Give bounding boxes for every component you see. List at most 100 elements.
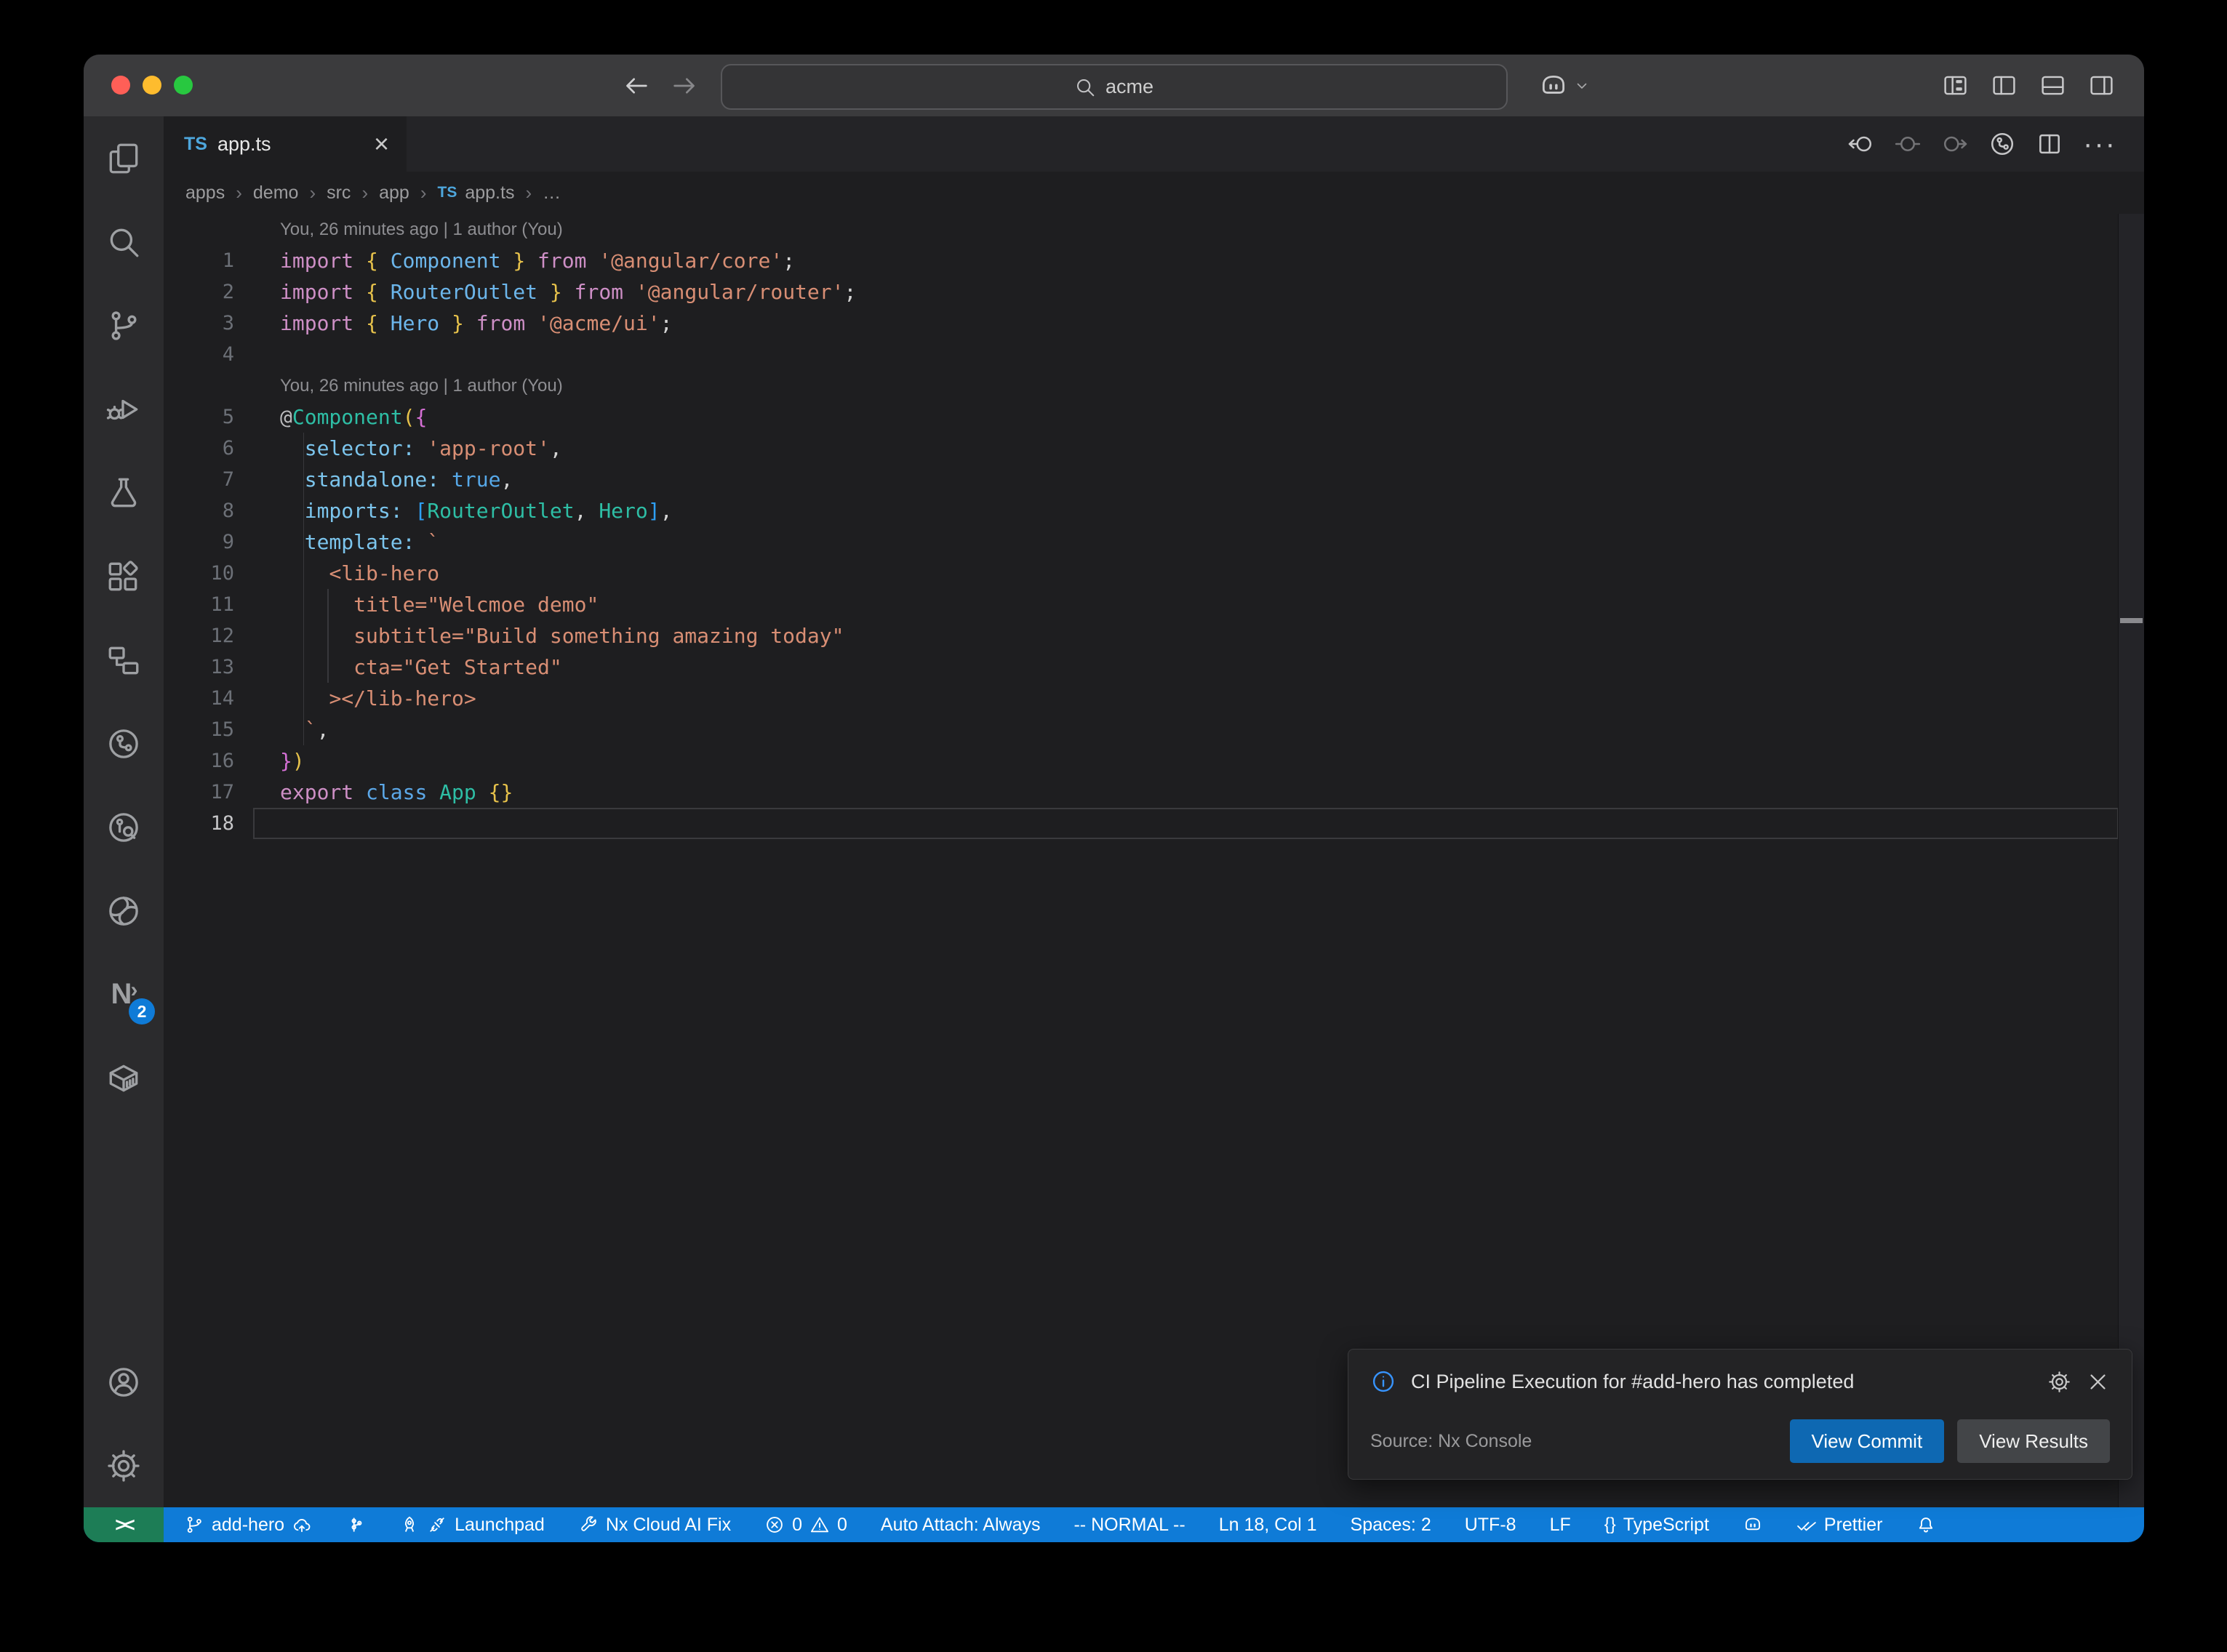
code-line[interactable]: 11 title="Welcmoe demo" <box>164 589 2119 620</box>
gitlens-graph-icon[interactable] <box>1988 130 2016 158</box>
more-actions-icon[interactable]: ··· <box>2083 128 2116 161</box>
view-commit-button[interactable]: View Commit <box>1790 1419 1945 1463</box>
notification-settings-icon[interactable] <box>2047 1370 2071 1394</box>
code-line[interactable]: 4 <box>164 339 2119 370</box>
activity-bar-item-settings-gear[interactable] <box>84 1424 164 1507</box>
status-item-language-mode[interactable]: {}TypeScript <box>1604 1515 1709 1536</box>
toggle-secondary-sidebar-icon[interactable] <box>2088 72 2115 99</box>
copilot-menu[interactable] <box>1538 55 1591 116</box>
activity-bar-item-extensions[interactable] <box>84 534 164 618</box>
remote-indicator[interactable]: >< <box>84 1507 164 1542</box>
status-item-copilot-status[interactable] <box>1743 1515 1763 1535</box>
code-line[interactable]: 13 cta="Get Started" <box>164 651 2119 683</box>
breadcrumb-item[interactable]: … <box>543 183 561 204</box>
line-number: 8 <box>164 495 258 526</box>
status-item-commit-graph[interactable] <box>345 1515 366 1535</box>
code-line[interactable]: 10 <lib-hero <box>164 558 2119 589</box>
indent-guide <box>303 683 305 714</box>
activity-bar-item-source-control[interactable] <box>84 284 164 367</box>
activity-bar-item-circle-branch[interactable] <box>84 702 164 785</box>
code-line[interactable]: 1import { Component } from '@angular/cor… <box>164 245 2119 276</box>
activity-bar-item-run-debug[interactable] <box>84 367 164 451</box>
circle-branch-icon <box>105 726 142 762</box>
typescript-file-icon: TS <box>184 134 207 155</box>
run-debug-icon <box>105 391 142 428</box>
status-item-branch-add-hero[interactable]: add-hero <box>184 1515 312 1536</box>
status-item-launchpad[interactable]: Launchpad <box>399 1515 545 1536</box>
code-editor[interactable]: You, 26 minutes ago | 1 author (You)1imp… <box>164 214 2144 1507</box>
status-item-label: Prettier <box>1824 1515 1883 1536</box>
code-line[interactable]: 3import { Hero } from '@acme/ui'; <box>164 308 2119 339</box>
gitlens-forward-icon[interactable] <box>1941 130 1969 158</box>
code-line[interactable]: 12 subtitle="Build something amazing tod… <box>164 620 2119 651</box>
commit-graph-icon <box>345 1515 366 1535</box>
status-item-auto-attach[interactable]: Auto Attach: Always <box>881 1515 1041 1536</box>
activity-bar-item-angular-swirl[interactable] <box>84 869 164 953</box>
line-number: 12 <box>164 620 258 651</box>
code-line[interactable]: 17export class App {} <box>164 777 2119 808</box>
blame-annotation-line[interactable]: You, 26 minutes ago | 1 author (You) <box>164 214 2119 245</box>
status-item-encoding[interactable]: UTF-8 <box>1465 1515 1516 1536</box>
status-item-nx-cloud-ai-fix[interactable]: Nx Cloud AI Fix <box>578 1515 731 1536</box>
activity-bar-item-circle-branch-search[interactable] <box>84 785 164 869</box>
activity-bar-item-nx[interactable]: N›2 <box>84 953 164 1036</box>
close-tab-icon[interactable]: × <box>374 131 389 157</box>
activity-bar-item-project-graph[interactable] <box>84 618 164 702</box>
zoom-window-button[interactable] <box>174 76 193 95</box>
breadcrumb-item[interactable]: src <box>327 183 351 204</box>
status-item-notifications-bell[interactable] <box>1916 1515 1936 1535</box>
toggle-sidebar-icon[interactable] <box>1991 72 2018 99</box>
status-item-eol[interactable]: LF <box>1550 1515 1571 1536</box>
tab-app-ts[interactable]: TS app.ts × <box>164 116 407 172</box>
blame-annotation-line[interactable]: You, 26 minutes ago | 1 author (You) <box>164 370 2119 401</box>
title-bar: acme <box>84 55 2144 116</box>
activity-bar-item-testing[interactable] <box>84 451 164 534</box>
breadcrumb-item[interactable]: app.ts <box>465 183 514 204</box>
code-line[interactable]: 18 <box>164 808 2119 839</box>
indent-guide <box>327 651 329 683</box>
indent-guide <box>303 558 305 589</box>
status-item-prettier[interactable]: Prettier <box>1796 1515 1883 1536</box>
code-line[interactable]: 8 imports: [RouterOutlet, Hero], <box>164 495 2119 526</box>
navigate-back-icon[interactable] <box>622 71 651 100</box>
breadcrumb-item[interactable]: app <box>379 183 409 204</box>
line-number: 17 <box>164 777 258 808</box>
overview-ruler[interactable] <box>2118 214 2144 1507</box>
activity-bar-item-container-cube[interactable] <box>84 1036 164 1120</box>
gitlens-back-icon[interactable] <box>1847 130 1874 158</box>
code-line[interactable]: 7 standalone: true, <box>164 464 2119 495</box>
gitlens-current-icon[interactable] <box>1894 130 1922 158</box>
status-item-cursor-position[interactable]: Ln 18, Col 1 <box>1219 1515 1317 1536</box>
code-line[interactable]: 15 `, <box>164 714 2119 745</box>
customize-layout-icon[interactable] <box>1942 72 1969 99</box>
code-text: }) <box>280 745 2119 777</box>
close-window-button[interactable] <box>111 76 130 95</box>
status-item-label: Nx Cloud AI Fix <box>606 1515 731 1536</box>
code-line[interactable]: 6 selector: 'app-root', <box>164 433 2119 464</box>
breadcrumb-item[interactable]: apps <box>185 183 225 204</box>
notification-toast: CI Pipeline Execution for #add-hero has … <box>1348 1349 2132 1480</box>
activity-bar-item-search[interactable] <box>84 200 164 284</box>
command-center-search[interactable]: acme <box>721 64 1508 110</box>
code-text: standalone: true, <box>280 464 2119 495</box>
braces-icon: {} <box>1604 1515 1616 1535</box>
split-editor-icon[interactable] <box>2036 130 2063 158</box>
toggle-panel-icon[interactable] <box>2039 72 2066 99</box>
line-number: 18 <box>164 808 258 839</box>
activity-bar-item-account[interactable] <box>84 1340 164 1424</box>
minimize-window-button[interactable] <box>143 76 161 95</box>
code-line[interactable]: 2import { RouterOutlet } from '@angular/… <box>164 276 2119 308</box>
breadcrumb-item[interactable]: demo <box>253 183 299 204</box>
view-results-button[interactable]: View Results <box>1957 1419 2110 1463</box>
activity-bar-item-explorer[interactable] <box>84 116 164 200</box>
navigate-forward-icon[interactable] <box>670 71 699 100</box>
status-item-problems[interactable]: 00 <box>764 1515 847 1536</box>
status-item-vim-mode[interactable]: -- NORMAL -- <box>1073 1515 1185 1536</box>
code-line[interactable]: 9 template: ` <box>164 526 2119 558</box>
status-item-indentation[interactable]: Spaces: 2 <box>1351 1515 1431 1536</box>
code-line[interactable]: 16}) <box>164 745 2119 777</box>
notification-close-icon[interactable] <box>2086 1370 2110 1394</box>
code-line[interactable]: 5@Component({ <box>164 401 2119 433</box>
code-line[interactable]: 14 ></lib-hero> <box>164 683 2119 714</box>
chevron-down-icon <box>1573 77 1591 95</box>
